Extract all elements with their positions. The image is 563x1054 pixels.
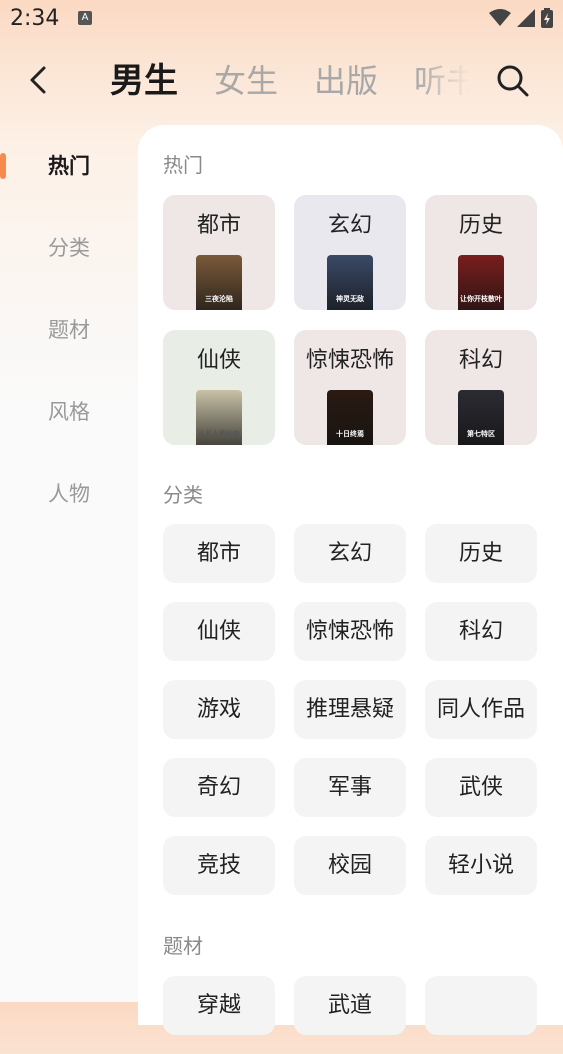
hot-card-label: 惊悚恐怖: [305, 348, 394, 373]
category-chip[interactable]: 仙侠: [163, 602, 275, 661]
cover-title: 让你开枝散叶: [460, 295, 502, 303]
sidebar-item-character[interactable]: 人物: [0, 453, 138, 535]
subject-grid: 穿越 武道: [163, 976, 538, 1054]
wifi-icon: [489, 9, 511, 26]
category-chip[interactable]: 科幻: [425, 602, 537, 661]
hot-card-label: 历史: [458, 213, 503, 238]
category-chip[interactable]: 军事: [294, 758, 406, 817]
cover-title: 从凡人到仙帝: [198, 430, 240, 438]
category-chip[interactable]: 武侠: [425, 758, 537, 817]
channel-tabs: 男生 女生 出版 听书: [110, 50, 470, 112]
category-chip[interactable]: 轻小说: [425, 836, 537, 895]
hot-card-label: 仙侠: [196, 348, 241, 373]
category-chip[interactable]: 推理悬疑: [294, 680, 406, 739]
category-chip[interactable]: 游戏: [163, 680, 275, 739]
category-chip[interactable]: 玄幻: [294, 524, 406, 583]
content-panel: 热门 都市 三夜沦陷 玄幻 神灵无敌 历史 让你开枝散叶 仙侠 从凡人到仙帝 惊…: [138, 125, 563, 1035]
tab-female[interactable]: 女生: [214, 50, 278, 112]
status-bar: 2:34 A: [0, 0, 563, 38]
hot-card[interactable]: 都市 三夜沦陷: [163, 195, 275, 310]
back-arrow-icon[interactable]: [24, 64, 56, 96]
category-chip[interactable]: [425, 976, 537, 1035]
category-chip[interactable]: 武道: [294, 976, 406, 1035]
category-chip[interactable]: 历史: [425, 524, 537, 583]
book-cover-image: 第七特区: [458, 390, 504, 445]
hot-card[interactable]: 玄幻 神灵无敌: [294, 195, 406, 310]
hot-card-label: 都市: [196, 213, 241, 238]
sidebar-item-category[interactable]: 分类: [0, 207, 138, 289]
hot-card[interactable]: 科幻 第七特区: [425, 330, 537, 445]
battery-icon: [541, 8, 553, 28]
hot-card-label: 科幻: [458, 348, 503, 373]
category-sidebar: 热门 分类 题材 风格 人物: [0, 125, 138, 535]
sidebar-item-label: 分类: [48, 236, 90, 260]
book-cover-image: 让你开枝散叶: [458, 255, 504, 310]
signal-icon: [517, 9, 535, 27]
category-chip[interactable]: 竞技: [163, 836, 275, 895]
cover-title: 十日终焉: [336, 430, 364, 438]
cover-title: 神灵无敌: [336, 295, 364, 303]
sidebar-item-subject[interactable]: 题材: [0, 289, 138, 371]
book-cover-image: 三夜沦陷: [196, 255, 242, 310]
search-icon[interactable]: [496, 64, 530, 98]
category-chip[interactable]: 同人作品: [425, 680, 537, 739]
cover-title: 第七特区: [467, 430, 495, 438]
hot-card[interactable]: 仙侠 从凡人到仙帝: [163, 330, 275, 445]
notification-a-icon: A: [78, 11, 92, 25]
status-time: 2:34: [10, 6, 60, 31]
category-chip[interactable]: 奇幻: [163, 758, 275, 817]
sidebar-item-label: 题材: [48, 318, 90, 342]
book-cover-image: 从凡人到仙帝: [196, 390, 242, 445]
section-title-category: 分类: [163, 483, 203, 507]
sidebar-item-label: 风格: [48, 400, 90, 424]
category-chip[interactable]: 穿越: [163, 976, 275, 1035]
hot-card-label: 玄幻: [327, 213, 372, 238]
book-cover-image: 十日终焉: [327, 390, 373, 445]
hot-card[interactable]: 惊悚恐怖 十日终焉: [294, 330, 406, 445]
sidebar-item-label: 人物: [48, 482, 90, 506]
sidebar-item-style[interactable]: 风格: [0, 371, 138, 453]
sidebar-item-label: 热门: [48, 154, 90, 178]
category-chip[interactable]: 都市: [163, 524, 275, 583]
section-title-hot: 热门: [163, 153, 203, 177]
section-title-subject: 题材: [163, 934, 203, 958]
sidebar-item-hot[interactable]: 热门: [0, 125, 138, 207]
book-cover-image: 神灵无敌: [327, 255, 373, 310]
cover-title: 三夜沦陷: [205, 295, 233, 303]
tab-audiobook[interactable]: 听书: [414, 50, 470, 112]
hot-grid: 都市 三夜沦陷 玄幻 神灵无敌 历史 让你开枝散叶 仙侠 从凡人到仙帝 惊悚恐怖…: [163, 195, 538, 465]
active-indicator: [0, 153, 6, 179]
tab-published[interactable]: 出版: [314, 50, 378, 112]
category-chip[interactable]: 惊悚恐怖: [294, 602, 406, 661]
tab-male[interactable]: 男生: [110, 50, 178, 112]
hot-card[interactable]: 历史 让你开枝散叶: [425, 195, 537, 310]
top-header: 男生 女生 出版 听书: [0, 50, 563, 112]
category-chip[interactable]: 校园: [294, 836, 406, 895]
category-grid: 都市 玄幻 历史仙侠 惊悚恐怖 科幻游戏 推理悬疑 同人作品奇幻 军事 武侠竞技 校园 轻小说: [163, 524, 538, 914]
